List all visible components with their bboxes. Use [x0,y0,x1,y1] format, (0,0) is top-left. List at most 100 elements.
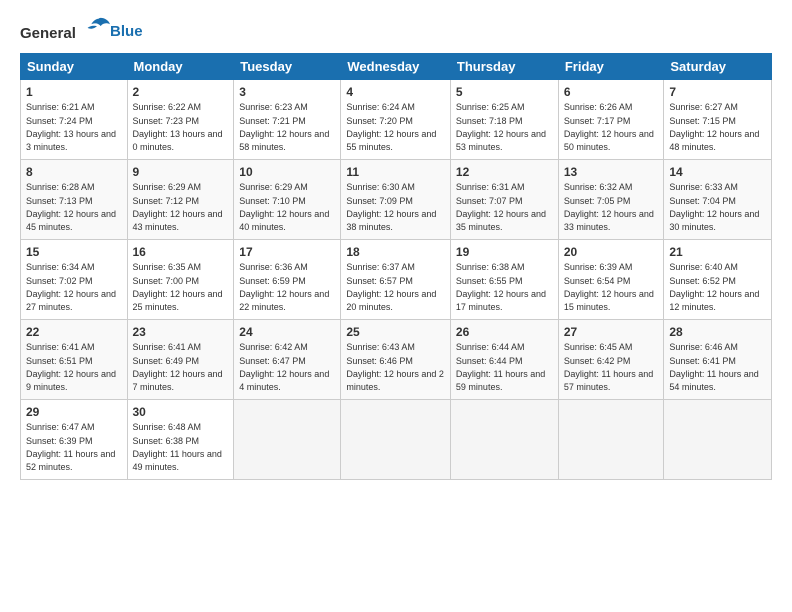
calendar-header-row: SundayMondayTuesdayWednesdayThursdayFrid… [21,53,772,79]
day-number: 18 [346,244,445,261]
calendar-cell: 6Sunrise: 6:26 AMSunset: 7:17 PMDaylight… [558,79,664,159]
calendar-cell: 7Sunrise: 6:27 AMSunset: 7:15 PMDaylight… [664,79,772,159]
calendar-cell: 4Sunrise: 6:24 AMSunset: 7:20 PMDaylight… [341,79,451,159]
day-info: Sunrise: 6:23 AMSunset: 7:21 PMDaylight:… [239,102,329,152]
day-number: 12 [456,164,553,181]
day-number: 28 [669,324,766,341]
week-row-2: 8Sunrise: 6:28 AMSunset: 7:13 PMDaylight… [21,159,772,239]
day-number: 10 [239,164,335,181]
calendar-cell [664,399,772,479]
day-number: 24 [239,324,335,341]
calendar-cell: 11Sunrise: 6:30 AMSunset: 7:09 PMDayligh… [341,159,451,239]
day-number: 11 [346,164,445,181]
week-row-4: 22Sunrise: 6:41 AMSunset: 6:51 PMDayligh… [21,319,772,399]
calendar-cell: 27Sunrise: 6:45 AMSunset: 6:42 PMDayligh… [558,319,664,399]
calendar-cell: 21Sunrise: 6:40 AMSunset: 6:52 PMDayligh… [664,239,772,319]
day-number: 25 [346,324,445,341]
calendar-cell: 17Sunrise: 6:36 AMSunset: 6:59 PMDayligh… [234,239,341,319]
logo: General Blue [20,18,143,43]
header: General Blue [20,18,772,43]
day-info: Sunrise: 6:39 AMSunset: 6:54 PMDaylight:… [564,262,654,312]
day-number: 3 [239,84,335,101]
day-number: 26 [456,324,553,341]
calendar-cell: 30Sunrise: 6:48 AMSunset: 6:38 PMDayligh… [127,399,234,479]
day-number: 9 [133,164,229,181]
day-info: Sunrise: 6:41 AMSunset: 6:49 PMDaylight:… [133,342,223,392]
day-info: Sunrise: 6:21 AMSunset: 7:24 PMDaylight:… [26,102,116,152]
calendar-cell: 10Sunrise: 6:29 AMSunset: 7:10 PMDayligh… [234,159,341,239]
col-header-thursday: Thursday [450,53,558,79]
calendar-cell: 3Sunrise: 6:23 AMSunset: 7:21 PMDaylight… [234,79,341,159]
week-row-3: 15Sunrise: 6:34 AMSunset: 7:02 PMDayligh… [21,239,772,319]
day-number: 2 [133,84,229,101]
day-info: Sunrise: 6:24 AMSunset: 7:20 PMDaylight:… [346,102,436,152]
day-info: Sunrise: 6:31 AMSunset: 7:07 PMDaylight:… [456,182,546,232]
day-info: Sunrise: 6:38 AMSunset: 6:55 PMDaylight:… [456,262,546,312]
day-number: 8 [26,164,122,181]
col-header-monday: Monday [127,53,234,79]
calendar-cell: 9Sunrise: 6:29 AMSunset: 7:12 PMDaylight… [127,159,234,239]
logo-general: General [20,25,76,42]
calendar-cell: 1Sunrise: 6:21 AMSunset: 7:24 PMDaylight… [21,79,128,159]
calendar-cell: 15Sunrise: 6:34 AMSunset: 7:02 PMDayligh… [21,239,128,319]
calendar-cell: 19Sunrise: 6:38 AMSunset: 6:55 PMDayligh… [450,239,558,319]
day-info: Sunrise: 6:42 AMSunset: 6:47 PMDaylight:… [239,342,329,392]
calendar-cell: 22Sunrise: 6:41 AMSunset: 6:51 PMDayligh… [21,319,128,399]
day-number: 16 [133,244,229,261]
calendar-cell: 24Sunrise: 6:42 AMSunset: 6:47 PMDayligh… [234,319,341,399]
day-info: Sunrise: 6:29 AMSunset: 7:12 PMDaylight:… [133,182,223,232]
calendar-cell [341,399,451,479]
calendar-cell: 18Sunrise: 6:37 AMSunset: 6:57 PMDayligh… [341,239,451,319]
day-number: 22 [26,324,122,341]
calendar-cell: 8Sunrise: 6:28 AMSunset: 7:13 PMDaylight… [21,159,128,239]
day-number: 17 [239,244,335,261]
day-info: Sunrise: 6:25 AMSunset: 7:18 PMDaylight:… [456,102,546,152]
calendar-cell: 26Sunrise: 6:44 AMSunset: 6:44 PMDayligh… [450,319,558,399]
day-info: Sunrise: 6:30 AMSunset: 7:09 PMDaylight:… [346,182,436,232]
calendar-cell: 16Sunrise: 6:35 AMSunset: 7:00 PMDayligh… [127,239,234,319]
day-number: 27 [564,324,659,341]
calendar-cell: 5Sunrise: 6:25 AMSunset: 7:18 PMDaylight… [450,79,558,159]
day-info: Sunrise: 6:37 AMSunset: 6:57 PMDaylight:… [346,262,436,312]
col-header-wednesday: Wednesday [341,53,451,79]
day-info: Sunrise: 6:32 AMSunset: 7:05 PMDaylight:… [564,182,654,232]
day-number: 20 [564,244,659,261]
day-info: Sunrise: 6:36 AMSunset: 6:59 PMDaylight:… [239,262,329,312]
day-info: Sunrise: 6:34 AMSunset: 7:02 PMDaylight:… [26,262,116,312]
day-number: 21 [669,244,766,261]
day-number: 23 [133,324,229,341]
calendar-cell [558,399,664,479]
col-header-friday: Friday [558,53,664,79]
day-number: 4 [346,84,445,101]
day-number: 7 [669,84,766,101]
calendar-cell: 20Sunrise: 6:39 AMSunset: 6:54 PMDayligh… [558,239,664,319]
calendar-cell: 13Sunrise: 6:32 AMSunset: 7:05 PMDayligh… [558,159,664,239]
day-number: 30 [133,404,229,421]
day-info: Sunrise: 6:46 AMSunset: 6:41 PMDaylight:… [669,342,758,392]
day-info: Sunrise: 6:28 AMSunset: 7:13 PMDaylight:… [26,182,116,232]
day-number: 29 [26,404,122,421]
day-number: 13 [564,164,659,181]
calendar-cell [450,399,558,479]
day-info: Sunrise: 6:43 AMSunset: 6:46 PMDaylight:… [346,342,444,392]
day-number: 19 [456,244,553,261]
day-info: Sunrise: 6:27 AMSunset: 7:15 PMDaylight:… [669,102,759,152]
day-number: 14 [669,164,766,181]
calendar-cell: 23Sunrise: 6:41 AMSunset: 6:49 PMDayligh… [127,319,234,399]
col-header-tuesday: Tuesday [234,53,341,79]
day-info: Sunrise: 6:26 AMSunset: 7:17 PMDaylight:… [564,102,654,152]
day-info: Sunrise: 6:45 AMSunset: 6:42 PMDaylight:… [564,342,653,392]
page: General Blue SundayMondayTuesdayWednesda… [0,0,792,612]
calendar-cell: 25Sunrise: 6:43 AMSunset: 6:46 PMDayligh… [341,319,451,399]
day-info: Sunrise: 6:40 AMSunset: 6:52 PMDaylight:… [669,262,759,312]
day-number: 6 [564,84,659,101]
day-number: 15 [26,244,122,261]
week-row-5: 29Sunrise: 6:47 AMSunset: 6:39 PMDayligh… [21,399,772,479]
calendar-cell: 2Sunrise: 6:22 AMSunset: 7:23 PMDaylight… [127,79,234,159]
day-number: 5 [456,84,553,101]
calendar-cell [234,399,341,479]
calendar-cell: 14Sunrise: 6:33 AMSunset: 7:04 PMDayligh… [664,159,772,239]
calendar-cell: 28Sunrise: 6:46 AMSunset: 6:41 PMDayligh… [664,319,772,399]
calendar-cell: 29Sunrise: 6:47 AMSunset: 6:39 PMDayligh… [21,399,128,479]
day-info: Sunrise: 6:48 AMSunset: 6:38 PMDaylight:… [133,422,222,472]
